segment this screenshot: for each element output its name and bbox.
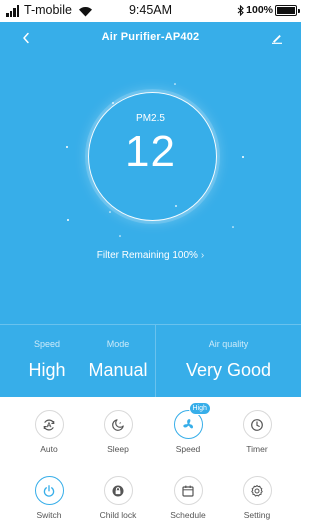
svg-text:z: z [119, 420, 121, 425]
status-bar: T-mobile 9:45AM 100% [0, 0, 301, 22]
schedule-button-circle [173, 476, 203, 505]
timer-button-circle [242, 410, 272, 439]
filter-remaining-text: Filter Remaining 100% [96, 250, 198, 261]
controls-panel: Auto z Sleep High Speed Timer Switch Chi… [0, 397, 301, 523]
setting-button-circle [242, 476, 272, 505]
lock-icon [112, 485, 124, 496]
air-quality-value: Very Good [185, 360, 272, 380]
sleep-label: Sleep [107, 444, 129, 454]
child-lock-button-circle [103, 476, 133, 505]
setting-button[interactable]: Setting [227, 476, 287, 520]
fan-icon [182, 419, 193, 429]
gear-icon [251, 484, 263, 496]
sleep-button[interactable]: z Sleep [88, 410, 148, 454]
auto-button-circle [34, 410, 64, 439]
auto-button[interactable]: Auto [19, 410, 79, 454]
switch-button[interactable]: Switch [19, 476, 79, 520]
switch-label: Switch [36, 510, 62, 520]
chevron-right-icon: › [200, 250, 205, 261]
speed-label: Speed [33, 339, 61, 349]
moon-icon: z [112, 418, 124, 431]
child-lock-label: Child lock [99, 510, 137, 520]
signal-icon [6, 5, 19, 17]
pm-value: 12 [125, 127, 176, 176]
stat-speed: Speed High [14, 339, 80, 381]
speed-label-btn: Speed [175, 444, 201, 454]
air-quality-label: Air quality [208, 339, 249, 349]
battery-percent: 100% [246, 4, 273, 16]
sleep-button-circle: z [103, 410, 133, 439]
auto-icon [43, 419, 55, 430]
child-lock-button[interactable]: Child lock [88, 476, 148, 520]
stat-air-quality: Air quality Very Good [156, 339, 301, 381]
device-hero-panel: Air Purifier-AP402 PM2.5 12 Filter Remai… [0, 22, 301, 397]
status-bar-left: T-mobile [6, 4, 93, 17]
bluetooth-icon [237, 5, 244, 16]
status-bar-right: 100% [237, 4, 300, 17]
wifi-icon [78, 7, 92, 17]
filter-remaining-link[interactable]: Filter Remaining 100% › [97, 250, 205, 261]
pm-label: PM2.5 [136, 113, 165, 124]
carrier-name: T-mobile [24, 3, 72, 17]
stats-panel: Speed High Mode Manual Air quality Very … [0, 324, 301, 397]
calendar-icon [182, 485, 194, 497]
timer-button[interactable]: Timer [227, 410, 287, 454]
stat-mode: Mode Manual [82, 339, 154, 381]
mode-value: Manual [88, 360, 148, 380]
battery-fill [277, 7, 295, 14]
schedule-label: Schedule [170, 510, 206, 520]
mode-label: Mode [106, 339, 130, 349]
setting-label: Setting [243, 510, 271, 520]
power-icon [43, 484, 55, 497]
speed-value: High [28, 360, 66, 380]
speed-button-circle: High [173, 402, 211, 439]
speed-button[interactable]: High Speed [158, 402, 218, 454]
timer-label: Timer [246, 444, 268, 454]
switch-button-circle [34, 476, 64, 505]
clock-icon [251, 418, 263, 431]
speed-badge: High [188, 402, 211, 415]
filter-row: Filter Remaining 100% › [0, 250, 301, 261]
auto-label: Auto [40, 444, 58, 454]
battery-icon [275, 5, 300, 16]
schedule-button[interactable]: Schedule [158, 476, 218, 520]
